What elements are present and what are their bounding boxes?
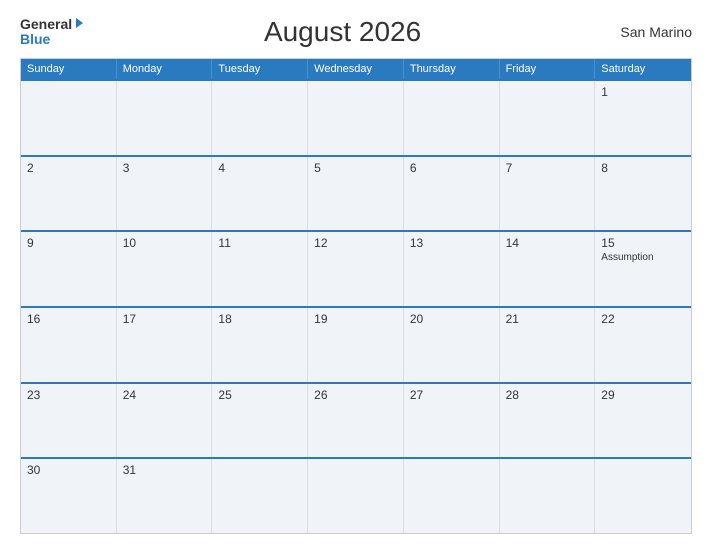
day-number: 3 <box>123 161 206 175</box>
day-cell: 16 <box>21 308 117 382</box>
day-cell <box>308 459 404 533</box>
calendar-title: August 2026 <box>83 16 602 48</box>
day-number: 11 <box>218 236 301 250</box>
week-row-2: 2345678 <box>21 155 691 231</box>
day-cell <box>21 81 117 155</box>
day-cell: 8 <box>595 157 691 231</box>
day-cell <box>500 459 596 533</box>
day-header-tuesday: Tuesday <box>212 59 308 79</box>
country-label: San Marino <box>602 24 692 40</box>
day-cell: 11 <box>212 232 308 306</box>
day-cell <box>404 459 500 533</box>
day-cell: 25 <box>212 384 308 458</box>
day-cell: 10 <box>117 232 213 306</box>
holiday-label: Assumption <box>601 252 685 263</box>
day-header-friday: Friday <box>500 59 596 79</box>
day-cell: 4 <box>212 157 308 231</box>
day-number: 15 <box>601 236 685 250</box>
day-number: 4 <box>218 161 301 175</box>
day-cell: 9 <box>21 232 117 306</box>
day-cell: 31 <box>117 459 213 533</box>
day-cell: 26 <box>308 384 404 458</box>
day-cell: 28 <box>500 384 596 458</box>
day-cell: 1 <box>595 81 691 155</box>
day-number: 9 <box>27 236 110 250</box>
day-cell: 2 <box>21 157 117 231</box>
day-header-saturday: Saturday <box>595 59 691 79</box>
day-cell: 5 <box>308 157 404 231</box>
day-cell <box>117 81 213 155</box>
day-number: 19 <box>314 312 397 326</box>
logo: General Blue <box>20 17 83 48</box>
day-cell: 29 <box>595 384 691 458</box>
day-cell: 22 <box>595 308 691 382</box>
day-number: 24 <box>123 388 206 402</box>
day-number: 8 <box>601 161 685 175</box>
day-header-sunday: Sunday <box>21 59 117 79</box>
week-row-3: 9 10 11 12 13 14 15 Assumption <box>21 230 691 306</box>
day-cell <box>404 81 500 155</box>
page-header: General Blue August 2026 San Marino <box>20 16 692 48</box>
day-cell: 21 <box>500 308 596 382</box>
day-number: 25 <box>218 388 301 402</box>
calendar-day-headers: SundayMondayTuesdayWednesdayThursdayFrid… <box>21 59 691 79</box>
logo-general-text: General <box>20 17 72 32</box>
day-cell: 14 <box>500 232 596 306</box>
day-number: 14 <box>506 236 589 250</box>
day-number: 7 <box>506 161 589 175</box>
day-number: 21 <box>506 312 589 326</box>
day-number: 10 <box>123 236 206 250</box>
day-cell <box>212 81 308 155</box>
day-cell: 19 <box>308 308 404 382</box>
day-cell: 6 <box>404 157 500 231</box>
day-cell <box>308 81 404 155</box>
week-row-4: 16 17 18 19 20 21 22 <box>21 306 691 382</box>
day-number: 13 <box>410 236 493 250</box>
day-number: 1 <box>601 85 685 99</box>
day-number: 16 <box>27 312 110 326</box>
day-number: 17 <box>123 312 206 326</box>
day-cell: 12 <box>308 232 404 306</box>
calendar-body: 123456789101112131415Assumption161718192… <box>21 79 691 533</box>
day-cell <box>500 81 596 155</box>
calendar: SundayMondayTuesdayWednesdayThursdayFrid… <box>20 58 692 534</box>
day-cell: 27 <box>404 384 500 458</box>
day-header-monday: Monday <box>117 59 213 79</box>
day-cell: 30 <box>21 459 117 533</box>
day-cell: 7 <box>500 157 596 231</box>
day-number: 2 <box>27 161 110 175</box>
week-row-5: 23 24 25 26 27 28 29 <box>21 382 691 458</box>
day-number: 22 <box>601 312 685 326</box>
week-row-6: 30 31 <box>21 457 691 533</box>
day-number: 28 <box>506 388 589 402</box>
day-number: 31 <box>123 463 206 477</box>
logo-triangle-icon <box>76 18 83 28</box>
day-number: 29 <box>601 388 685 402</box>
day-number: 20 <box>410 312 493 326</box>
day-cell: 18 <box>212 308 308 382</box>
day-number: 18 <box>218 312 301 326</box>
day-number: 5 <box>314 161 397 175</box>
day-header-thursday: Thursday <box>404 59 500 79</box>
day-number: 23 <box>27 388 110 402</box>
day-cell: 23 <box>21 384 117 458</box>
day-number: 30 <box>27 463 110 477</box>
day-cell <box>212 459 308 533</box>
day-cell <box>595 459 691 533</box>
day-number: 27 <box>410 388 493 402</box>
day-cell: 24 <box>117 384 213 458</box>
day-number: 26 <box>314 388 397 402</box>
day-cell: 13 <box>404 232 500 306</box>
day-number: 12 <box>314 236 397 250</box>
day-number: 6 <box>410 161 493 175</box>
day-cell: 17 <box>117 308 213 382</box>
day-cell: 20 <box>404 308 500 382</box>
week-row-1: 1 <box>21 79 691 155</box>
day-cell: 15 Assumption <box>595 232 691 306</box>
day-header-wednesday: Wednesday <box>308 59 404 79</box>
day-cell: 3 <box>117 157 213 231</box>
logo-blue-text: Blue <box>20 32 83 47</box>
